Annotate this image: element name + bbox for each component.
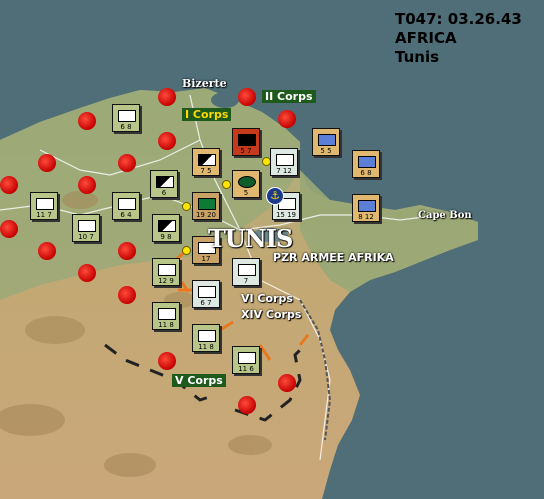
- supply-dot: [222, 180, 231, 189]
- city-label-bizerte: Bizerte: [182, 77, 227, 90]
- unit-symbol-icon: [118, 198, 136, 210]
- corps-label-v: V Corps: [172, 374, 226, 387]
- corps-label-xiv: XIV Corps: [241, 308, 302, 321]
- map-view[interactable]: 6 8 5 7 7 5 7 12 5 5 6 8 8 12 6 5 19 20 …: [0, 0, 544, 499]
- supply-dot: [182, 246, 191, 255]
- infantry-symbol-icon: [198, 330, 216, 342]
- turn-date: T047: 03.26.43: [395, 10, 522, 28]
- unit-counter[interactable]: 7: [232, 258, 260, 286]
- objective-marker: [238, 396, 256, 414]
- objective-marker: [158, 132, 176, 150]
- unit-counter[interactable]: 11 6: [232, 346, 260, 374]
- unit-counter[interactable]: 19 20: [192, 192, 220, 220]
- objective-marker: [78, 264, 96, 282]
- unit-symbol-icon: [78, 220, 96, 232]
- objective-marker: [118, 242, 136, 260]
- objective-marker: [158, 352, 176, 370]
- infantry-symbol-icon: [158, 264, 176, 276]
- infantry-symbol-icon: [198, 286, 216, 298]
- objective-marker: [78, 176, 96, 194]
- corps-label-ii: II Corps: [262, 90, 316, 103]
- city-label-tunis: TUNIS: [208, 224, 293, 253]
- unit-counter[interactable]: 7 5: [192, 148, 220, 176]
- unit-symbol-icon: [36, 198, 54, 210]
- unit-counter[interactable]: 5 5: [312, 128, 340, 156]
- infantry-symbol-icon: [158, 308, 176, 320]
- objective-marker: [38, 242, 56, 260]
- unit-symbol-icon: [198, 198, 216, 210]
- unit-symbol-icon: [198, 154, 216, 166]
- unit-counter[interactable]: 5 7: [232, 128, 260, 156]
- naval-symbol-icon: [318, 134, 336, 146]
- unit-symbol-icon: [118, 110, 136, 122]
- unit-counter[interactable]: 6 8: [112, 104, 140, 132]
- city-label-cape-bon: Cape Bon: [418, 210, 472, 221]
- unit-counter[interactable]: 8 12: [352, 194, 380, 222]
- unit-counter[interactable]: 10 7: [72, 214, 100, 242]
- unit-counter[interactable]: 6 8: [352, 150, 380, 178]
- naval-symbol-icon: [358, 156, 376, 168]
- unit-counter[interactable]: 11 7: [30, 192, 58, 220]
- scenario-name: Tunis: [395, 48, 440, 66]
- corps-label-pzr-armee: PZR ARMEE AFRIKA: [273, 251, 394, 264]
- corps-label-i: I Corps: [182, 108, 232, 121]
- turn-info: T047: 03.26.43 AFRICA Tunis: [395, 10, 522, 67]
- unit-counter[interactable]: 11 8: [152, 302, 180, 330]
- naval-symbol-icon: [358, 200, 376, 212]
- unit-counter[interactable]: 6: [150, 170, 178, 198]
- theater-name: AFRICA: [395, 29, 457, 47]
- unit-symbol-icon: [158, 220, 176, 232]
- infantry-symbol-icon: [276, 154, 294, 166]
- objective-marker: [158, 88, 176, 106]
- objective-marker: [278, 110, 296, 128]
- unit-counter[interactable]: 6 4: [112, 192, 140, 220]
- objective-marker: [278, 374, 296, 392]
- objective-marker: [0, 176, 18, 194]
- supply-dot: [182, 202, 191, 211]
- unit-counter[interactable]: 6 7: [192, 280, 220, 308]
- objective-marker: [78, 112, 96, 130]
- objective-marker: [0, 220, 18, 238]
- infantry-symbol-icon: [238, 352, 256, 364]
- unit-counter[interactable]: 7 12: [270, 148, 298, 176]
- infantry-symbol-icon: [238, 264, 256, 276]
- unit-symbol-icon: [238, 176, 256, 188]
- objective-marker: [118, 286, 136, 304]
- unit-counter[interactable]: 5: [232, 170, 260, 198]
- unit-symbol-icon: [156, 176, 174, 188]
- corps-label-vi: VI Corps: [241, 292, 293, 305]
- anchor-icon[interactable]: ⚓: [266, 187, 284, 205]
- objective-marker: [118, 154, 136, 172]
- objective-marker: [238, 88, 256, 106]
- armor-symbol-icon: [238, 134, 256, 146]
- unit-counter[interactable]: 11 8: [192, 324, 220, 352]
- objective-marker: [38, 154, 56, 172]
- unit-counter[interactable]: 12 9: [152, 258, 180, 286]
- unit-counter[interactable]: 9 8: [152, 214, 180, 242]
